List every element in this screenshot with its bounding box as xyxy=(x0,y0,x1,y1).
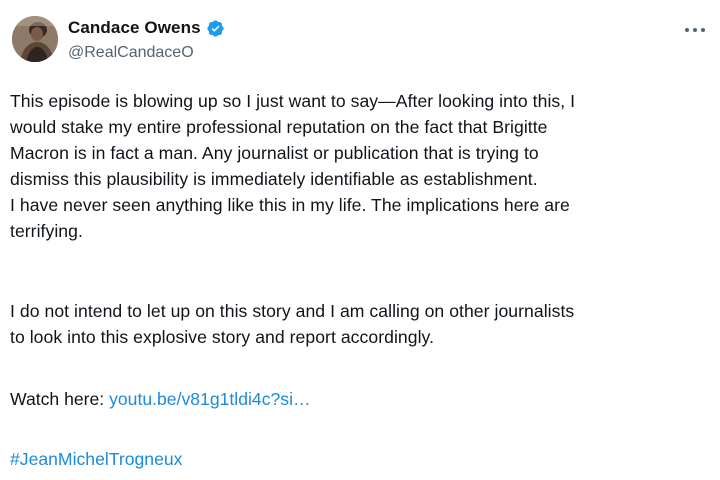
author-name-row: Candace Owens xyxy=(68,18,225,38)
more-options-button[interactable] xyxy=(680,20,710,40)
watch-label: Watch here: xyxy=(10,389,110,409)
video-link[interactable]: youtu.be/v81g1tldi4c?si… xyxy=(109,389,310,409)
author-display-name[interactable]: Candace Owens xyxy=(68,18,201,38)
author-handle[interactable]: @RealCandaceO xyxy=(68,44,194,62)
more-horizontal-icon xyxy=(685,28,705,32)
tweet-card: Candace Owens @RealCandaceO This episode… xyxy=(0,0,720,480)
tweet-paragraph: This episode is blowing up so I just wan… xyxy=(10,91,576,241)
hashtag-link[interactable]: #JeanMichelTrogneux xyxy=(10,446,182,472)
verified-badge-icon xyxy=(207,19,224,37)
avatar[interactable] xyxy=(12,16,58,62)
tweet-paragraph: I do not intend to let up on this story … xyxy=(10,301,575,347)
profile-photo-icon xyxy=(12,16,58,62)
watch-line: Watch here: youtu.be/v81g1tldi4c?si… xyxy=(10,386,311,412)
